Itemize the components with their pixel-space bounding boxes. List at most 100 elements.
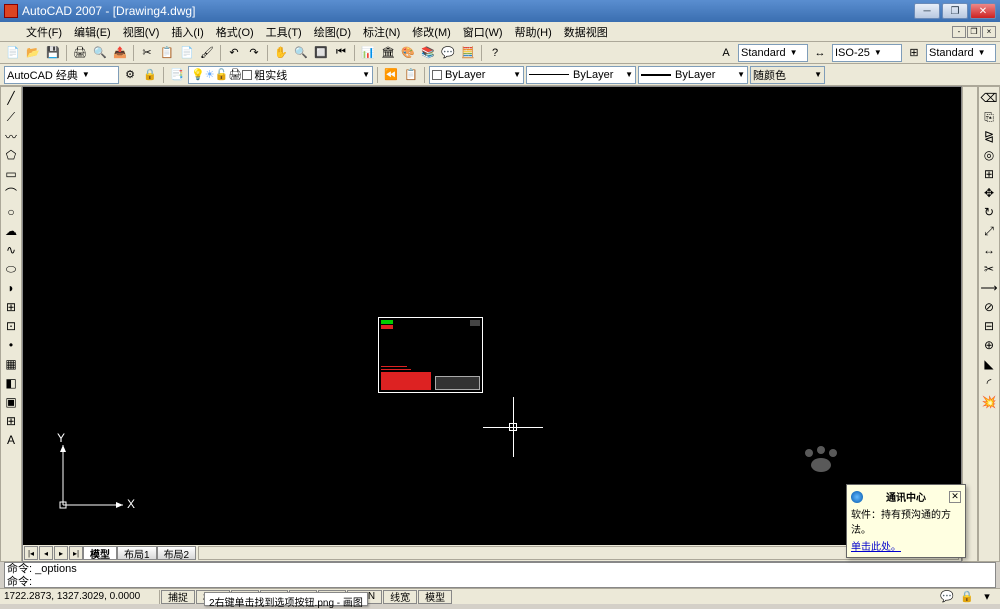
dim-style-icon[interactable]: ↔	[811, 44, 829, 62]
tray-expand-icon[interactable]: ▾	[978, 588, 996, 606]
revcloud-tool[interactable]: ☁	[1, 222, 21, 240]
layer-state-button[interactable]: 📋	[402, 66, 420, 84]
zoom-prev-button[interactable]: ⏮	[332, 44, 350, 62]
design-center-button[interactable]: 🏛	[379, 44, 397, 62]
table-style-dropdown[interactable]: Standard▼	[926, 44, 996, 62]
open-button[interactable]: 📂	[24, 44, 42, 62]
tab-nav-last[interactable]: ▸|	[69, 546, 83, 560]
dim-style-dropdown[interactable]: ISO-25▼	[832, 44, 902, 62]
region-tool[interactable]: ▣	[1, 393, 21, 411]
coordinates-display[interactable]: 1722.2873, 1327.3029, 0.0000	[0, 590, 160, 604]
tab-nav-first[interactable]: |◂	[24, 546, 38, 560]
menu-数据视图[interactable]: 数据视图	[558, 25, 614, 41]
layer-props-button[interactable]: 📑	[168, 66, 186, 84]
mdi-restore-button[interactable]: ❐	[967, 26, 981, 38]
properties-button[interactable]: 📊	[359, 44, 377, 62]
menu-编辑E[interactable]: 编辑(E)	[68, 25, 117, 41]
trim-tool[interactable]: ✂	[979, 260, 999, 278]
menu-绘图D[interactable]: 绘图(D)	[308, 25, 357, 41]
workspace-lock-button[interactable]: 🔒	[141, 66, 159, 84]
match-prop-button[interactable]: 🖌	[198, 44, 216, 62]
help-button[interactable]: ?	[486, 44, 504, 62]
stretch-tool[interactable]: ↔	[979, 241, 999, 259]
minimize-button[interactable]: ─	[914, 3, 940, 19]
ellipse-tool[interactable]: ⬭	[1, 260, 21, 278]
insert-block-tool[interactable]: ⊞	[1, 298, 21, 316]
plot-style-dropdown[interactable]: 随颜色▼	[750, 66, 825, 84]
maximize-button[interactable]: ❐	[942, 3, 968, 19]
text-style-dropdown[interactable]: Standard▼	[738, 44, 808, 62]
mdi-close-button[interactable]: ×	[982, 26, 996, 38]
close-button[interactable]: ✕	[970, 3, 996, 19]
command-window[interactable]: 命令: _options 命令:	[4, 562, 996, 588]
save-button[interactable]: 💾	[44, 44, 62, 62]
color-dropdown[interactable]: ByLayer▼	[429, 66, 524, 84]
mtext-tool[interactable]: A	[1, 431, 21, 449]
lock-tray-icon[interactable]: 🔒	[958, 588, 976, 606]
menu-标注N[interactable]: 标注(N)	[357, 25, 406, 41]
cut-button[interactable]: ✂	[138, 44, 156, 62]
horizontal-scrollbar[interactable]	[198, 546, 959, 560]
move-tool[interactable]: ✥	[979, 184, 999, 202]
make-block-tool[interactable]: ⊡	[1, 317, 21, 335]
sheet-set-button[interactable]: 📚	[419, 44, 437, 62]
menu-帮助H[interactable]: 帮助(H)	[509, 25, 558, 41]
menu-插入I[interactable]: 插入(I)	[165, 25, 209, 41]
menu-视图V[interactable]: 视图(V)	[117, 25, 166, 41]
tab-nav-prev[interactable]: ◂	[39, 546, 53, 560]
linetype-dropdown[interactable]: ByLayer▼	[526, 66, 636, 84]
zoom-rt-button[interactable]: 🔍	[292, 44, 310, 62]
redo-button[interactable]: ↷	[245, 44, 263, 62]
status-toggle-7[interactable]: 线宽	[383, 590, 417, 604]
line-tool[interactable]: ╱	[1, 89, 21, 107]
layer-dropdown[interactable]: 💡☀🔓🖨 粗实线▼	[188, 66, 373, 84]
tool-palette-button[interactable]: 🎨	[399, 44, 417, 62]
rectangle-tool[interactable]: ▭	[1, 165, 21, 183]
mirror-tool[interactable]: ⧎	[979, 127, 999, 145]
layer-prev-button[interactable]: ⏪	[382, 66, 400, 84]
hatch-tool[interactable]: ▦	[1, 355, 21, 373]
explode-tool[interactable]: 💥	[979, 393, 999, 411]
comm-center-close[interactable]: ✕	[949, 491, 961, 503]
text-style-icon[interactable]: A	[717, 44, 735, 62]
rotate-tool[interactable]: ↻	[979, 203, 999, 221]
copy-tool[interactable]: ⎘	[979, 108, 999, 126]
menu-窗口W[interactable]: 窗口(W)	[457, 25, 509, 41]
chamfer-tool[interactable]: ◣	[979, 355, 999, 373]
array-tool[interactable]: ⊞	[979, 165, 999, 183]
fillet-tool[interactable]: ◜	[979, 374, 999, 392]
print-button[interactable]: 🖨	[71, 44, 89, 62]
workspace-settings-button[interactable]: ⚙	[121, 66, 139, 84]
tab-nav-next[interactable]: ▸	[54, 546, 68, 560]
status-toggle-8[interactable]: 模型	[418, 590, 452, 604]
zoom-win-button[interactable]: 🔲	[312, 44, 330, 62]
workspace-dropdown[interactable]: AutoCAD 经典▼	[4, 66, 119, 84]
tab-layout2[interactable]: 布局2	[157, 546, 197, 560]
ellipse-arc-tool[interactable]: ◗	[1, 279, 21, 297]
mdi-minimize-button[interactable]: -	[952, 26, 966, 38]
pan-button[interactable]: ✋	[272, 44, 290, 62]
polyline-tool[interactable]: 〰	[1, 127, 21, 145]
circle-tool[interactable]: ○	[1, 203, 21, 221]
status-toggle-0[interactable]: 捕捉	[161, 590, 195, 604]
new-button[interactable]: 📄	[4, 44, 22, 62]
break-tool[interactable]: ⊟	[979, 317, 999, 335]
xline-tool[interactable]: ⟋	[1, 108, 21, 126]
table-tool[interactable]: ⊞	[1, 412, 21, 430]
erase-tool[interactable]: ⌫	[979, 89, 999, 107]
comm-center-link[interactable]: 单击此处。	[851, 542, 901, 553]
extend-tool[interactable]: ⟶	[979, 279, 999, 297]
markup-button[interactable]: 💬	[439, 44, 457, 62]
lineweight-dropdown[interactable]: ByLayer▼	[638, 66, 748, 84]
tab-model[interactable]: 模型	[83, 546, 117, 560]
publish-button[interactable]: 📤	[111, 44, 129, 62]
point-tool[interactable]: •	[1, 336, 21, 354]
arc-tool[interactable]: ⌒	[1, 184, 21, 202]
menu-文件F[interactable]: 文件(F)	[20, 25, 68, 41]
offset-tool[interactable]: ◎	[979, 146, 999, 164]
undo-button[interactable]: ↶	[225, 44, 243, 62]
break-point-tool[interactable]: ⊘	[979, 298, 999, 316]
polygon-tool[interactable]: ⬠	[1, 146, 21, 164]
scale-tool[interactable]: ⤢	[979, 222, 999, 240]
menu-格式O[interactable]: 格式(O)	[210, 25, 260, 41]
